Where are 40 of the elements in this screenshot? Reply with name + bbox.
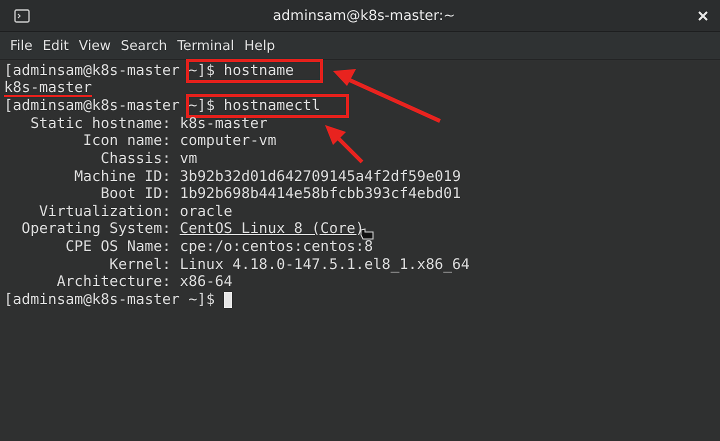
field-label: Kernel: bbox=[108, 256, 171, 274]
mouse-pointer-icon bbox=[360, 228, 374, 240]
field-label: Architecture: bbox=[56, 273, 171, 291]
menu-item[interactable]: Help bbox=[239, 38, 280, 54]
prompt-text: ~]$ bbox=[188, 62, 215, 80]
menu-item[interactable]: Search bbox=[116, 38, 172, 54]
output-text: k8s-master bbox=[4, 80, 92, 97]
field-value: 1b92b698b4414e58bfcbb393cf4ebd01 bbox=[180, 185, 461, 203]
field-label: Static hostname: bbox=[29, 114, 171, 132]
field-value: vm bbox=[180, 150, 198, 168]
command-text: hostnamectl bbox=[224, 97, 320, 115]
prompt-text: [adminsam@k8s-master bbox=[4, 62, 180, 80]
field-value: k8s-master bbox=[180, 114, 268, 132]
field-value: oracle bbox=[180, 202, 232, 220]
terminal-icon[interactable] bbox=[14, 8, 30, 22]
field-value: x86-64 bbox=[180, 273, 232, 291]
prompt-text: ~]$ bbox=[188, 97, 215, 115]
field-label: Icon name: bbox=[82, 132, 171, 150]
field-label: Virtualization: bbox=[38, 202, 171, 220]
prompt-text: ~]$ bbox=[188, 290, 215, 308]
field-value: Linux 4.18.0-147.5.1.el8_1.x86_64 bbox=[180, 256, 470, 274]
menu-item[interactable]: Terminal bbox=[172, 38, 240, 54]
field-label: Boot ID: bbox=[100, 185, 171, 203]
field-label: Machine ID: bbox=[73, 168, 171, 186]
field-label: Operating System: bbox=[20, 220, 171, 238]
prompt-text: [adminsam@k8s-master bbox=[4, 290, 180, 308]
close-icon[interactable] bbox=[698, 10, 708, 20]
field-value: cpe:/o:centos:centos:8 bbox=[180, 238, 373, 256]
field-label: CPE OS Name: bbox=[64, 238, 171, 256]
window-title: adminsam@k8s-master:~ bbox=[272, 8, 456, 24]
field-value[interactable]: CentOS Linux 8 (Core) bbox=[180, 220, 364, 238]
field-value: computer-vm bbox=[180, 132, 276, 150]
arrow bbox=[325, 125, 364, 164]
menu-item[interactable]: File bbox=[5, 38, 38, 54]
command-text: hostname bbox=[224, 62, 294, 80]
menu-item[interactable]: Edit bbox=[38, 38, 74, 54]
field-label: Chassis: bbox=[100, 150, 171, 168]
field-value: 3b92b32d01d642709145a4f2df59e019 bbox=[180, 168, 461, 186]
prompt-text: [adminsam@k8s-master bbox=[4, 97, 180, 115]
menu-item[interactable]: View bbox=[74, 38, 116, 54]
